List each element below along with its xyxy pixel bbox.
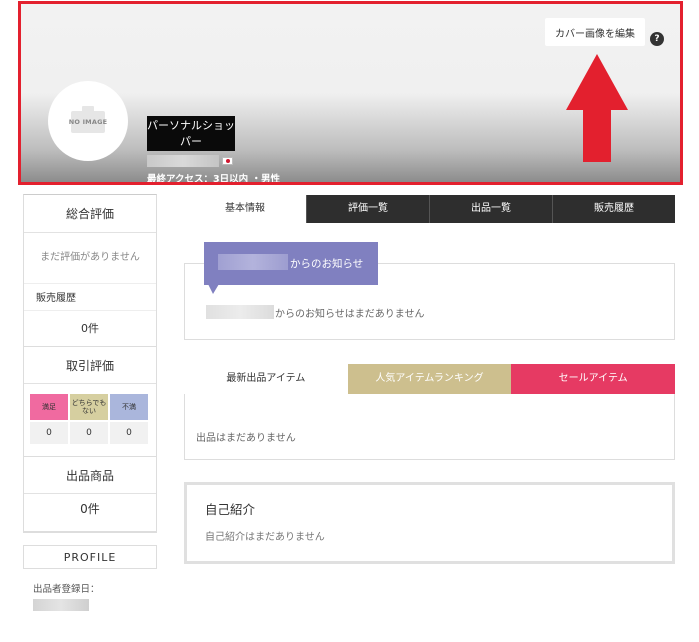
- overall-rating-title: 総合評価: [24, 195, 156, 233]
- eval-value-neutral: 0: [70, 422, 108, 444]
- notice-tag: からのお知らせ: [204, 242, 378, 285]
- tab-reviews[interactable]: 評価一覧: [306, 195, 429, 223]
- blurred-shop-name-inline: [206, 305, 274, 319]
- registration-info: 出品者登録日：: [23, 569, 157, 642]
- products-title: 出品商品: [24, 456, 156, 494]
- tab-sale-items[interactable]: セールアイテム: [511, 364, 676, 394]
- notice-tag-tail: [208, 284, 219, 294]
- items-box: [184, 394, 675, 460]
- intro-box: [184, 482, 675, 564]
- tab-sales-history[interactable]: 販売履歴: [552, 195, 675, 223]
- eval-header-neutral: どちらでもない: [70, 394, 108, 420]
- trade-rating-title: 取引評価: [24, 346, 156, 384]
- tab-listings[interactable]: 出品一覧: [429, 195, 552, 223]
- avatar-placeholder-text: NO IMAGE: [68, 118, 108, 126]
- intro-title: 自己紹介: [205, 502, 256, 517]
- item-tabs: 最新出品アイテム 人気アイテムランキング セールアイテム: [184, 364, 676, 394]
- red-arrow-up-icon: [566, 54, 628, 162]
- eval-header-unsatisfied: 不満: [110, 394, 148, 420]
- registration-label: 出品者登録日：: [33, 584, 100, 595]
- blurred-user-name: [147, 155, 219, 167]
- eval-header-satisfied: 満足: [30, 394, 68, 420]
- japan-flag-icon: [222, 157, 233, 165]
- tab-latest-items[interactable]: 最新出品アイテム: [184, 364, 348, 394]
- profile-title: PROFILE: [23, 545, 157, 569]
- trade-rating-table: 満足 どちらでもない 不満 0 0 0: [30, 394, 150, 444]
- overall-rating-empty: まだ評価がありません: [40, 252, 140, 263]
- items-empty-text: 出品はまだありません: [196, 433, 296, 444]
- notice-tag-text: からのお知らせ: [290, 258, 364, 270]
- eval-value-satisfied: 0: [30, 422, 68, 444]
- intro-empty-text: 自己紹介はまだありません: [205, 532, 325, 543]
- profile-tabs: 基本情報 評価一覧 出品一覧 販売履歴: [184, 195, 675, 223]
- sidebar: 総合評価 まだ評価がありません 販売履歴 0件 取引評価 満足 どちらでもない …: [23, 194, 157, 642]
- edit-cover-button[interactable]: カバー画像を編集: [545, 18, 645, 46]
- avatar: NO IMAGE: [48, 81, 128, 161]
- tab-basic-info[interactable]: 基本情報: [184, 195, 306, 223]
- tab-popular-ranking[interactable]: 人気アイテムランキング: [347, 364, 512, 394]
- cover-area: カバー画像を編集 ? NO IMAGE パーソナルショッパー 最終アクセス：3日…: [18, 1, 683, 185]
- last-access-text: 最終アクセス：3日以内 ・男性: [147, 174, 280, 185]
- products-count: 0件: [24, 494, 156, 532]
- sales-history-count: 0件: [24, 310, 156, 346]
- eval-value-unsatisfied: 0: [110, 422, 148, 444]
- blurred-registration-date: [33, 599, 89, 611]
- overall-rating-box: 総合評価 まだ評価がありません 販売履歴 0件 取引評価 満足 どちらでもない …: [23, 194, 157, 533]
- sales-history-label: 販売履歴: [24, 283, 156, 310]
- blurred-shop-name: [218, 254, 288, 270]
- help-icon[interactable]: ?: [650, 32, 664, 46]
- notice-empty-text: からのお知らせはまだありません: [275, 309, 425, 320]
- shop-name: パーソナルショッパー: [147, 116, 235, 151]
